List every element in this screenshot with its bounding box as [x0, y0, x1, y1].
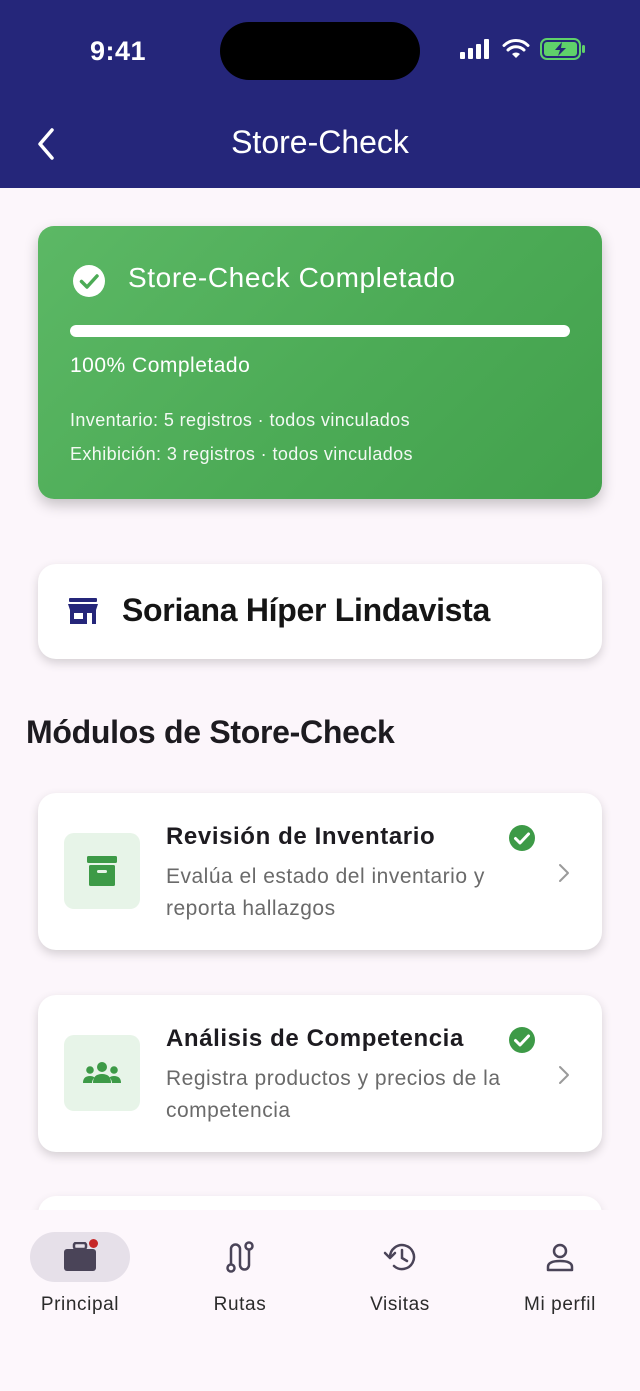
- wifi-icon: [502, 39, 530, 58]
- nav-indicator: [350, 1232, 450, 1282]
- exhibition-summary: Exhibición: 3 registros · todos vinculad…: [70, 444, 413, 464]
- store-card: Soriana Híper Lindavista: [38, 564, 602, 659]
- module-icon-box: [64, 833, 140, 909]
- groups-icon: [83, 1062, 121, 1083]
- nav-item-mi-perfil[interactable]: Mi perfil: [480, 1232, 640, 1316]
- module-card-inventory[interactable]: Revisión de Inventario Evalúa el estado …: [38, 793, 602, 950]
- completion-card: Store-Check Completado 100% Completado I…: [38, 226, 602, 499]
- store-icon: [68, 598, 98, 624]
- module-card-competition[interactable]: Análisis de Competencia Registra product…: [38, 995, 602, 1152]
- nav-label: Mi perfil: [524, 1294, 596, 1315]
- progress-bar: [70, 325, 570, 337]
- nav-item-rutas[interactable]: Rutas: [160, 1232, 320, 1316]
- page-title: Store-Check: [231, 124, 409, 160]
- modules-section-title: Módulos de Store-Check: [26, 714, 395, 750]
- signal-icon: [460, 39, 489, 59]
- check-circle-icon: [509, 825, 535, 851]
- progress-text: 100% Completado: [70, 354, 251, 377]
- history-icon: [383, 1243, 416, 1271]
- battery-charging-icon: [540, 38, 585, 60]
- nav-label: Visitas: [370, 1294, 430, 1315]
- store-name: Soriana Híper Lindavista: [122, 592, 491, 628]
- notification-badge: [89, 1239, 98, 1248]
- check-circle-icon: [73, 265, 105, 297]
- chevron-right-icon: [559, 1066, 569, 1084]
- nav-indicator: [30, 1232, 130, 1282]
- module-title: Análisis de Competencia: [166, 1025, 464, 1052]
- status-icons: [460, 38, 586, 60]
- inventory-summary: Inventario: 5 registros · todos vinculad…: [70, 410, 410, 430]
- bottom-navigation: Principal Rutas Visitas Mi perfil: [0, 1210, 640, 1391]
- nav-label: Principal: [40, 1294, 120, 1315]
- module-icon-box: [64, 1035, 140, 1111]
- check-circle-icon: [509, 1027, 535, 1053]
- status-time: 9:41: [90, 36, 147, 66]
- app-header: 9:41 Store-Check: [0, 0, 640, 188]
- route-icon: [226, 1241, 254, 1273]
- progress-fill: [70, 325, 570, 337]
- person-icon: [546, 1243, 574, 1272]
- module-description: Registra productos y precios de la compe…: [166, 1067, 501, 1122]
- nav-label: Rutas: [213, 1294, 267, 1315]
- nav-item-principal[interactable]: Principal: [0, 1232, 160, 1316]
- nav-indicator: [510, 1232, 610, 1282]
- module-description: Evalúa el estado del inventario y report…: [166, 865, 485, 920]
- archive-icon: [87, 856, 117, 886]
- module-title: Revisión de Inventario: [166, 823, 436, 850]
- dynamic-island: [220, 22, 420, 80]
- completion-title: Store-Check Completado: [128, 262, 456, 293]
- nav-indicator: [190, 1232, 290, 1282]
- chevron-right-icon: [559, 864, 569, 882]
- nav-item-visitas[interactable]: Visitas: [320, 1232, 480, 1316]
